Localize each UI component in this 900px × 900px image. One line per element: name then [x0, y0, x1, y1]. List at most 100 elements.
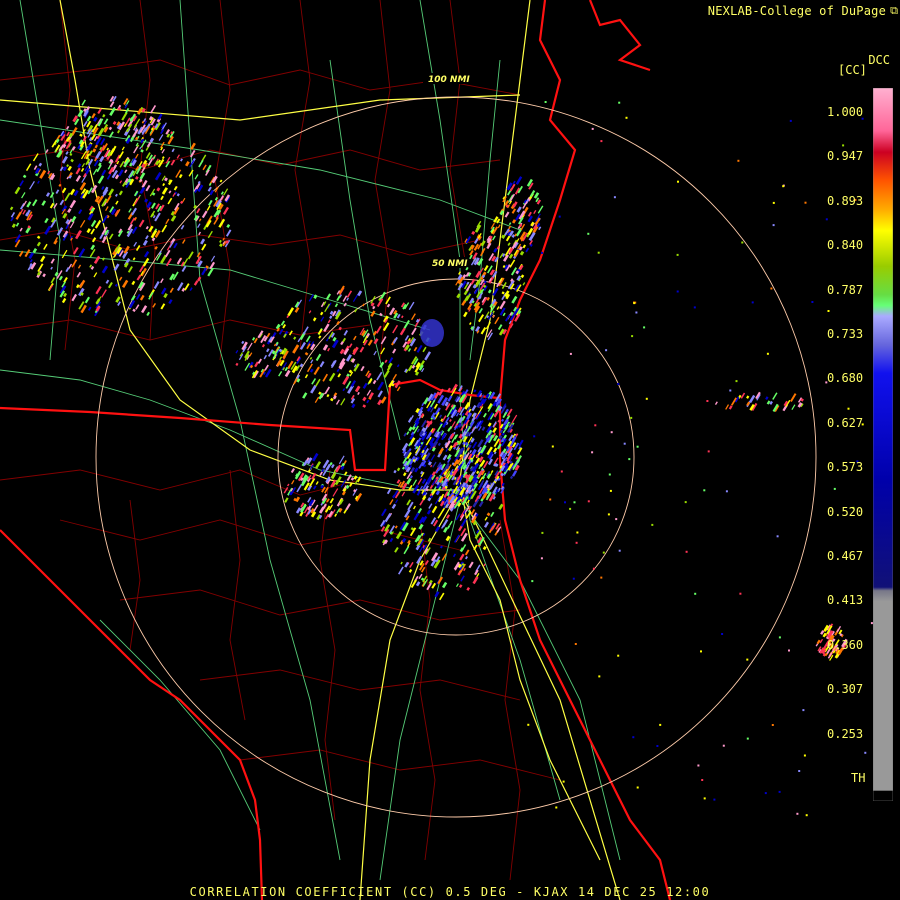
echo-mark: [164, 177, 168, 182]
echo-mark: [62, 166, 68, 172]
echo-mark: [383, 539, 389, 545]
echo-mark: [393, 469, 397, 474]
echo-pixel: [721, 633, 724, 635]
echo-mark: [180, 158, 183, 162]
echo-mark: [83, 108, 88, 113]
echo-mark: [746, 395, 750, 399]
echo-mark: [151, 192, 156, 196]
echo-mark: [144, 198, 149, 203]
echo-mark: [80, 292, 84, 296]
echo-mark: [471, 300, 475, 304]
echo-mark: [487, 422, 492, 427]
echo-mark: [58, 183, 62, 187]
echo-mark: [353, 489, 357, 493]
echo-mark: [132, 308, 136, 313]
echo-pixel: [735, 380, 738, 383]
echo-mark: [226, 223, 231, 229]
echo-pixel: [805, 814, 808, 817]
legend-tick: 0.573: [827, 460, 864, 475]
echo-mark: [427, 461, 432, 466]
echo-mark: [486, 512, 491, 517]
echo-pixel: [569, 507, 572, 510]
echo-pixel: [778, 636, 781, 639]
legend-tick: 0.360: [827, 637, 864, 652]
legend-tick: 0.840: [827, 238, 864, 253]
echo-mark: [412, 458, 416, 462]
echo-pixel: [697, 764, 700, 767]
legend-tick: 0.253: [827, 726, 864, 741]
echo-mark: [27, 225, 31, 229]
echo-pixel: [802, 709, 805, 712]
echo-mark: [134, 136, 139, 141]
echo-pixel: [676, 253, 679, 256]
echo-mark: [470, 326, 474, 330]
echo-pixel: [544, 101, 547, 103]
echo-mark: [442, 486, 446, 491]
echo-mark: [379, 312, 383, 317]
echo-mark: [249, 364, 254, 369]
echo-pixel: [771, 724, 774, 726]
echo-mark: [351, 358, 356, 363]
echo-mark: [148, 116, 154, 121]
echo-mark: [140, 149, 144, 153]
legend-tick: 1.000: [827, 105, 864, 119]
echo-mark: [69, 152, 73, 156]
echo-pixel: [564, 501, 566, 504]
echo-mark: [75, 284, 80, 289]
echo-mark: [420, 441, 424, 445]
echo-mark: [464, 473, 469, 479]
echo-mark: [501, 418, 505, 422]
echo-pixel: [560, 470, 563, 473]
echo-mark: [180, 200, 184, 204]
echo-mark: [353, 475, 358, 480]
echo-pixel: [778, 790, 781, 793]
echo-mark: [486, 490, 490, 495]
echo-mark: [408, 568, 413, 573]
legend-tick: 0.520: [827, 504, 864, 519]
echo-mark: [219, 243, 223, 248]
echo-mark: [362, 404, 367, 408]
echo-pixel: [617, 383, 620, 385]
echo-pixel: [625, 116, 628, 119]
radar-map: 100 NMI 50 NMI: [0, 0, 900, 900]
legend-tick: 0.893: [827, 193, 864, 208]
echo-pixel: [729, 389, 732, 392]
echo-mark: [350, 477, 355, 481]
echo-pixel: [766, 352, 769, 355]
echo-mark: [332, 336, 337, 342]
echo-mark: [346, 373, 350, 378]
echo-mark: [296, 378, 301, 383]
echo-mark: [515, 270, 520, 275]
echo-mark: [483, 284, 487, 289]
echo-pixel: [684, 501, 687, 504]
echo-mark: [401, 537, 407, 543]
echo-mark: [475, 454, 479, 458]
echo-pixel: [551, 445, 554, 448]
echo-pixel: [827, 310, 830, 312]
echo-mark: [53, 239, 58, 245]
echo-pixel: [751, 301, 754, 304]
legend-tick: 0.467: [827, 549, 864, 563]
echo-mark: [422, 491, 427, 496]
echo-mark: [156, 187, 161, 192]
echo-mark: [415, 407, 420, 414]
echo-pixel: [685, 550, 688, 553]
echo-pixel: [631, 335, 634, 338]
echo-mark: [22, 174, 27, 179]
echo-pixel: [693, 306, 696, 309]
echo-mark: [68, 175, 72, 179]
echo-pixel: [651, 523, 654, 526]
echo-pixel: [533, 435, 536, 438]
echo-pixel: [833, 487, 836, 490]
echo-pixel: [632, 736, 635, 739]
echo-pixel: [575, 541, 578, 544]
echo-mark: [330, 397, 334, 402]
echo-mark: [439, 545, 443, 549]
external-link-icon[interactable]: ⧉: [890, 4, 898, 18]
echo-mark: [505, 445, 509, 450]
echo-pixel: [713, 798, 716, 801]
echo-pixel: [703, 797, 706, 800]
echo-pixel: [725, 490, 728, 493]
echo-mark: [162, 183, 166, 187]
echo-mark: [420, 577, 425, 582]
